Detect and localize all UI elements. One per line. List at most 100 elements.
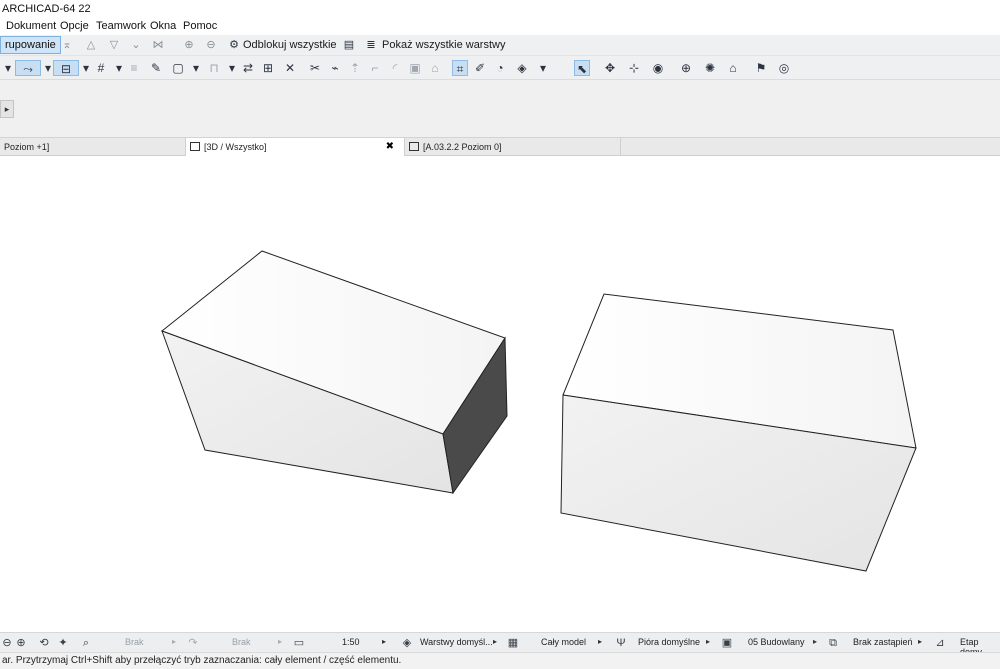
eye-icon[interactable]: ◎ bbox=[776, 60, 792, 76]
layers-stack-icon[interactable]: ≣ bbox=[364, 38, 378, 52]
line-tool-icon[interactable]: ≡ bbox=[126, 60, 142, 76]
undo-field[interactable]: Brak bbox=[125, 637, 144, 647]
grouping-button[interactable]: rupowanie bbox=[0, 36, 61, 54]
scale-field[interactable]: 1:50 bbox=[342, 637, 360, 647]
structure-field[interactable]: 05 Budowlany bbox=[748, 637, 805, 647]
hint-bar: ar. Przytrzymaj Ctrl+Shift aby przełączy… bbox=[0, 652, 1000, 669]
orbit-icon[interactable]: ✥ bbox=[602, 60, 618, 76]
menu-opcje[interactable]: Opcje bbox=[60, 20, 89, 32]
override-field[interactable]: Brak zastąpień bbox=[853, 637, 913, 647]
offset-icon[interactable]: ⊞ bbox=[260, 60, 276, 76]
caret-icon: ▸ bbox=[598, 637, 603, 646]
zoom-out-icon[interactable]: ⊖ bbox=[0, 636, 14, 650]
elevate-icon[interactable]: ⇡ bbox=[347, 60, 363, 76]
box-object[interactable] bbox=[560, 293, 917, 572]
pens-field[interactable]: Pióra domyślne bbox=[638, 637, 700, 647]
tab-3d-wszystko[interactable]: [3D / Wszystko] ✖ bbox=[186, 138, 405, 156]
model-icon[interactable]: ▦ bbox=[506, 636, 520, 650]
tab-a03-poziom-0[interactable]: [A.03.2.2 Poziom 0] bbox=[405, 138, 621, 156]
explode-icon[interactable]: ✕ bbox=[282, 60, 298, 76]
cube-icon bbox=[190, 142, 200, 151]
status-bar: ⊖ ⊕ ⟲ ✦ ⌕ Brak ▸ ↷ Brak ▸ ▭ 1:50 ▸ ◈ War… bbox=[0, 632, 1000, 657]
orbit-icon[interactable]: ⟲ bbox=[37, 636, 51, 650]
redo-field[interactable]: Brak bbox=[232, 637, 251, 647]
caret-icon: ▸ bbox=[918, 637, 923, 646]
wedge-object[interactable] bbox=[160, 250, 508, 495]
region-icon[interactable]: ▣ bbox=[407, 60, 423, 76]
dropdown-caret-icon[interactable]: ▾ bbox=[78, 60, 94, 76]
lock-icon[interactable]: ⊓ bbox=[206, 60, 222, 76]
menu-dokument[interactable]: Dokument bbox=[6, 20, 56, 32]
adjust-icon[interactable]: ⇄ bbox=[240, 60, 256, 76]
roof-icon[interactable]: ⌂ bbox=[427, 60, 443, 76]
fit-zoom-icon[interactable]: ⌕ bbox=[79, 636, 93, 650]
globe-icon[interactable]: ⊕ bbox=[678, 60, 694, 76]
snap-guides-icon[interactable]: ⤳ bbox=[15, 60, 41, 76]
dropdown-caret-icon[interactable]: ▾ bbox=[224, 60, 240, 76]
tab-poziom-plus1[interactable]: Poziom +1] bbox=[0, 138, 186, 156]
triangle-up-icon[interactable]: △ bbox=[84, 38, 98, 52]
tab-label: [A.03.2.2 Poziom 0] bbox=[423, 142, 502, 152]
tab-label: Poziom +1] bbox=[4, 142, 50, 152]
dropdown-caret-icon[interactable]: ▾ bbox=[0, 60, 16, 76]
pen-icon[interactable]: Ψ bbox=[614, 636, 628, 650]
lock-icon[interactable]: ⊕ bbox=[182, 38, 196, 52]
caret-icon: ▸ bbox=[172, 637, 177, 646]
fillet-icon[interactable]: ⌐ bbox=[367, 60, 383, 76]
gear-icon[interactable]: ⚙ bbox=[227, 38, 241, 52]
sun-icon[interactable]: ✺ bbox=[702, 60, 718, 76]
window-title: ARCHICAD-64 22 bbox=[2, 3, 91, 15]
unlock-icon[interactable]: ⊖ bbox=[204, 38, 218, 52]
model-field[interactable]: Cały model bbox=[541, 637, 586, 647]
3d-viewport[interactable] bbox=[0, 156, 1000, 632]
close-icon[interactable]: ✖ bbox=[386, 138, 394, 156]
walk-icon[interactable]: ⊹ bbox=[626, 60, 642, 76]
dropdown-caret-icon[interactable]: ▾ bbox=[535, 60, 551, 76]
layer-down-icon[interactable]: ⌄ bbox=[129, 38, 143, 52]
split-icon[interactable]: ✂ bbox=[307, 60, 323, 76]
marquee-icon[interactable]: ⌗ bbox=[452, 60, 468, 76]
unlock-all-button[interactable]: Odblokuj wszystkie bbox=[243, 39, 337, 51]
caret-icon: ▸ bbox=[706, 637, 711, 646]
solid-ops-icon[interactable]: ◔ bbox=[492, 60, 508, 76]
pencil-icon[interactable]: ✎ bbox=[148, 60, 164, 76]
house-icon[interactable]: ⌂ bbox=[725, 60, 741, 76]
box-icon[interactable]: ▢ bbox=[170, 60, 186, 76]
zoom-in-icon[interactable]: ⊕ bbox=[14, 636, 28, 650]
menu-pomoc[interactable]: Pomoc bbox=[183, 20, 217, 32]
layers-icon[interactable]: ◈ bbox=[400, 636, 414, 650]
explore-icon[interactable]: ◉ bbox=[650, 60, 666, 76]
dropdown-caret-icon[interactable]: ▾ bbox=[111, 60, 127, 76]
gravity-icon[interactable]: ⊟ bbox=[53, 60, 79, 76]
triangle-down-icon[interactable]: ▽ bbox=[107, 38, 121, 52]
trim-icon[interactable]: ⌁ bbox=[327, 60, 343, 76]
expand-arrow-icon[interactable]: ▸ bbox=[0, 100, 14, 118]
caret-icon: ▸ bbox=[493, 637, 498, 646]
mirror-icon[interactable]: ⋈ bbox=[151, 38, 165, 52]
override-icon[interactable]: ⧉ bbox=[826, 636, 840, 650]
phase-icon[interactable]: ⊿ bbox=[933, 636, 947, 650]
menu-okna[interactable]: Okna bbox=[150, 20, 176, 32]
show-all-layers-button[interactable]: Pokaż wszystkie warstwy bbox=[382, 39, 505, 51]
redo-icon[interactable]: ↷ bbox=[186, 636, 200, 650]
arc-icon[interactable]: ◜ bbox=[387, 60, 403, 76]
dropdown-caret-icon[interactable]: ▾ bbox=[188, 60, 204, 76]
grid-icon[interactable]: # bbox=[93, 60, 109, 76]
title-bar: ARCHICAD-64 22 bbox=[0, 0, 1000, 18]
menu-teamwork[interactable]: Teamwork bbox=[96, 20, 146, 32]
caret-icon: ▸ bbox=[813, 637, 818, 646]
arrow-select-icon[interactable]: ⬉ bbox=[574, 60, 590, 76]
brush-icon[interactable]: ✐ bbox=[472, 60, 488, 76]
edit-toolbar: ▾ ⤳ ▾ ⊟ ▾ # ▾ ≡ ✎ ▢ ▾ ⊓ ▾ ⇄ ⊞ ✕ ✂ ⌁ ⇡ ⌐ … bbox=[0, 56, 1000, 80]
figure-icon[interactable]: ⚑ bbox=[753, 60, 769, 76]
layer-settings-icon[interactable]: ▤ bbox=[342, 38, 356, 52]
sheet-icon bbox=[409, 142, 419, 151]
paint-icon[interactable]: ◈ bbox=[514, 60, 530, 76]
layers-field[interactable]: Warstwy domyśl... bbox=[420, 637, 493, 647]
hint-text: ar. Przytrzymaj Ctrl+Shift aby przełączy… bbox=[2, 655, 402, 666]
structure-icon[interactable]: ▣ bbox=[720, 636, 734, 650]
layer-up-icon[interactable]: ⌅ bbox=[60, 38, 74, 52]
walk-icon[interactable]: ✦ bbox=[56, 636, 70, 650]
standard-toolbar: rupowanie ⌅ △ ▽ ⌄ ⋈ ⊕ ⊖ ⚙ Odblokuj wszys… bbox=[0, 35, 1000, 56]
scale-icon[interactable]: ▭ bbox=[292, 636, 306, 650]
